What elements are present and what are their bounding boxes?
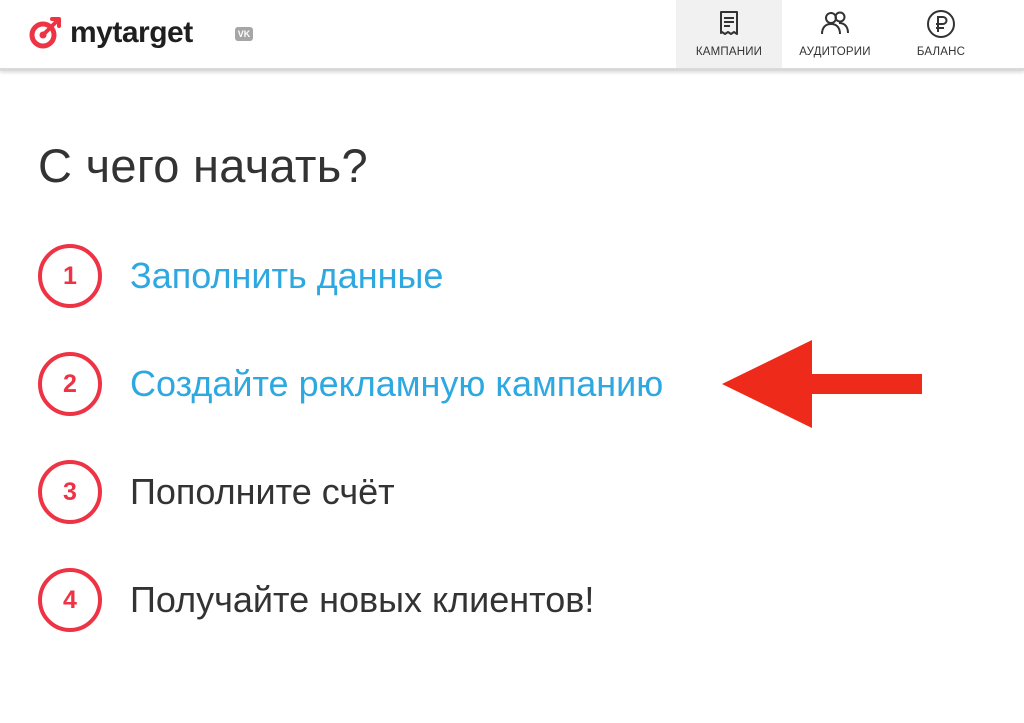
step-top-up-balance: 3 Пополните счёт — [38, 456, 663, 528]
step-number-badge: 3 — [38, 460, 102, 524]
nav-label-audiences: АУДИТОРИИ — [799, 46, 871, 58]
onboarding-steps: 1 Заполнить данные 2 Создайте рекламную … — [38, 240, 663, 672]
logo-text: mytarget — [70, 16, 193, 49]
step-number-badge: 4 — [38, 568, 102, 632]
step-link-create-campaign[interactable]: Создайте рекламную кампанию — [130, 363, 663, 405]
nav-label-campaigns: КАМПАНИИ — [695, 46, 763, 58]
step-number-badge: 1 — [38, 244, 102, 308]
audiences-icon — [821, 11, 849, 35]
nav-label-balance: БАЛАНС — [916, 46, 966, 58]
nav-item-balance[interactable]: БАЛАНС — [888, 0, 994, 68]
step-get-clients: 4 Получайте новых клиентов! — [38, 564, 663, 636]
mytarget-logo[interactable]: mytarget — [28, 14, 193, 52]
step-create-campaign: 2 Создайте рекламную кампанию — [38, 348, 663, 420]
campaigns-icon — [720, 11, 738, 35]
nav-item-audiences[interactable]: АУДИТОРИИ — [782, 0, 888, 68]
nav-item-campaigns[interactable]: КАМПАНИИ — [676, 0, 782, 68]
vk-badge: VK — [235, 27, 253, 41]
step-number-badge: 2 — [38, 352, 102, 416]
step-fill-data: 1 Заполнить данные — [38, 240, 663, 312]
top-nav: КАМПАНИИ АУДИТОРИИ БАЛАНС — [676, 0, 994, 68]
arrow-left-icon — [722, 340, 922, 428]
top-header: mytarget VK КАМПАНИИ АУДИТОРИИ БАЛАНС — [0, 0, 1024, 71]
mytarget-logo-icon — [29, 17, 61, 49]
step-label-top-up-balance: Пополните счёт — [130, 471, 395, 512]
step-label-get-clients: Получайте новых клиентов! — [130, 579, 595, 620]
ruble-icon — [927, 10, 955, 38]
step-link-fill-data[interactable]: Заполнить данные — [130, 255, 443, 297]
page-title: С чего начать? — [38, 139, 368, 192]
